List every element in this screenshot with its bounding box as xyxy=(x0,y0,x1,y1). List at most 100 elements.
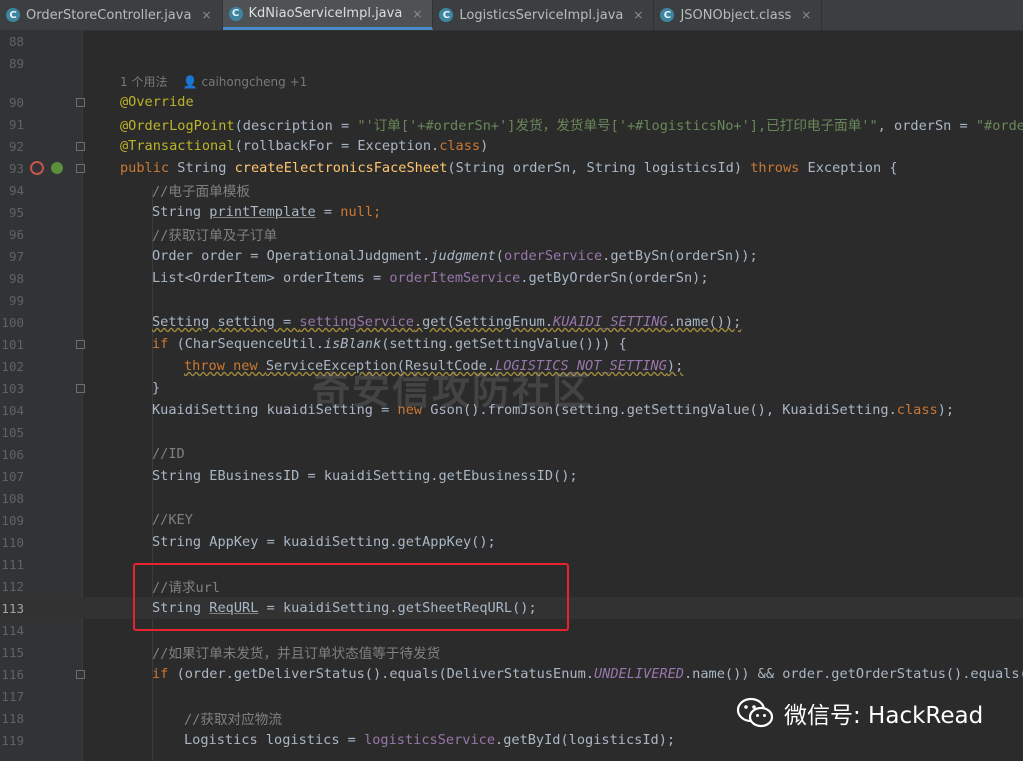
code-line: 91 @OrderLogPoint(description = "'订单['+#… xyxy=(0,113,1023,135)
code-comment: //如果订单未发货，并且订单状态值等于待发货 xyxy=(152,646,441,662)
code-text: @Transactional(rollbackFor = Exception.c… xyxy=(120,138,489,154)
tab-logistics-service-impl[interactable]: C LogisticsServiceImpl.java × xyxy=(433,0,655,30)
line-number: 92 xyxy=(8,138,24,154)
tab-json-object[interactable]: C JSONObject.class × xyxy=(654,0,823,30)
code-line: 115 //如果订单未发货，并且订单状态值等于待发货 xyxy=(0,641,1023,663)
code-line: 105 xyxy=(0,421,1023,443)
tab-kdniao-service-impl[interactable]: C KdNiaoServiceImpl.java × xyxy=(222,0,434,30)
code-comment: //ID xyxy=(152,446,185,462)
tab-label: LogisticsServiceImpl.java xyxy=(459,7,624,23)
code-line: 88 xyxy=(0,30,1023,52)
line-number: 105 xyxy=(1,424,24,440)
user-icon: 👤 xyxy=(182,74,198,89)
editor-tab-bar: C OrderStoreController.java × C KdNiaoSe… xyxy=(0,0,1023,31)
line-number: 113 xyxy=(1,600,24,616)
line-number: 90 xyxy=(8,94,24,110)
line-number: 106 xyxy=(1,446,24,462)
line-number: 99 xyxy=(8,292,24,308)
fold-marker-icon[interactable] xyxy=(76,164,85,173)
override-marker-icon[interactable] xyxy=(51,162,63,174)
line-number: 102 xyxy=(1,358,24,374)
line-number: 98 xyxy=(8,270,24,286)
tab-label: JSONObject.class xyxy=(680,7,792,23)
code-line: 100 Setting setting = settingService.get… xyxy=(0,311,1023,333)
code-line: 92 @Transactional(rollbackFor = Exceptio… xyxy=(0,135,1023,157)
code-text: Setting setting = settingService.get(Set… xyxy=(152,314,742,330)
code-text: String AppKey = kuaidiSetting.getAppKey(… xyxy=(152,534,496,550)
line-number: 91 xyxy=(8,116,24,132)
close-icon[interactable]: × xyxy=(801,8,811,22)
line-number: 114 xyxy=(1,622,24,638)
fold-marker-icon[interactable] xyxy=(76,340,85,349)
code-comment: //获取订单及子订单 xyxy=(152,228,278,244)
code-text: List<OrderItem> orderItems = orderItemSe… xyxy=(152,270,709,286)
code-line: 101 if (CharSequenceUtil.isBlank(setting… xyxy=(0,333,1023,355)
code-line: 108 xyxy=(0,487,1023,509)
line-number: 117 xyxy=(1,688,24,704)
usages-count: 1 个用法 xyxy=(120,74,168,89)
line-number: 111 xyxy=(1,556,24,572)
close-icon[interactable]: × xyxy=(201,8,211,22)
code-text: } xyxy=(152,380,161,396)
code-line: 94 //电子面单模板 xyxy=(0,179,1023,201)
fold-marker-icon[interactable] xyxy=(76,670,85,679)
code-line: 90 @Override xyxy=(0,91,1023,113)
line-number: 107 xyxy=(1,468,24,484)
java-class-icon: C xyxy=(228,6,243,21)
java-class-icon: C xyxy=(6,8,20,22)
close-icon[interactable]: × xyxy=(633,8,643,22)
java-class-icon: C xyxy=(439,8,454,22)
code-line: 93 public String createElectronicsFaceSh… xyxy=(0,157,1023,179)
line-number: 88 xyxy=(8,33,24,49)
code-line: 106 //ID xyxy=(0,443,1023,465)
line-number: 116 xyxy=(1,666,24,682)
code-text: if (order.getDeliverStatus().equals(Deli… xyxy=(152,666,1023,682)
code-text: public String createElectronicsFaceSheet… xyxy=(120,160,898,176)
code-text: Order order = OperationalJudgment.judgme… xyxy=(152,248,758,264)
line-number: 93 xyxy=(8,160,24,176)
line-number: 104 xyxy=(1,402,24,418)
line-number: 101 xyxy=(1,336,24,352)
fold-marker-icon[interactable] xyxy=(76,98,85,107)
code-line: 107 String EBusinessID = kuaidiSetting.g… xyxy=(0,465,1023,487)
code-comment: //获取对应物流 xyxy=(184,712,282,728)
code-text: if (CharSequenceUtil.isBlank(setting.get… xyxy=(152,336,627,352)
tab-label: KdNiaoServiceImpl.java xyxy=(248,6,403,21)
code-line: 110 String AppKey = kuaidiSetting.getApp… xyxy=(0,531,1023,553)
line-number: 89 xyxy=(8,55,24,71)
line-number: 109 xyxy=(1,512,24,528)
code-text: Logistics logistics = logisticsService.g… xyxy=(184,732,676,748)
line-number: 95 xyxy=(8,204,24,220)
code-comment: //电子面单模板 xyxy=(152,184,250,200)
code-editor[interactable]: 88 89 1 个用法 👤 caihongcheng +1 90 @Overri… xyxy=(0,30,1023,761)
line-number: 112 xyxy=(1,578,24,594)
code-line: 99 xyxy=(0,289,1023,311)
fold-marker-icon[interactable] xyxy=(76,142,85,151)
code-line: 119 Logistics logistics = logisticsServi… xyxy=(0,729,1023,751)
line-number: 103 xyxy=(1,380,24,396)
wechat-badge: 微信号: HackRead xyxy=(736,696,983,730)
fold-marker-icon[interactable] xyxy=(76,384,85,393)
code-text: String printTemplate = null; xyxy=(152,204,382,220)
usage-hint[interactable]: 1 个用法 👤 caihongcheng +1 xyxy=(0,70,1023,92)
line-number: 97 xyxy=(8,248,24,264)
code-line: 109 //KEY xyxy=(0,509,1023,531)
tab-label: OrderStoreController.java xyxy=(26,7,192,23)
implementation-marker-icon[interactable] xyxy=(30,161,44,175)
line-number: 115 xyxy=(1,644,24,660)
line-number: 100 xyxy=(1,314,24,330)
line-number: 119 xyxy=(1,732,24,748)
close-icon[interactable]: × xyxy=(412,7,422,21)
tab-order-store-controller[interactable]: C OrderStoreController.java × xyxy=(0,0,223,30)
code-line: 98 List<OrderItem> orderItems = orderIte… xyxy=(0,267,1023,289)
wechat-label: 微信号: HackRead xyxy=(784,703,984,729)
line-number: 118 xyxy=(1,710,24,726)
java-class-icon: C xyxy=(660,8,675,22)
code-line: 95 String printTemplate = null; xyxy=(0,201,1023,223)
code-line: 97 Order order = OperationalJudgment.jud… xyxy=(0,245,1023,267)
red-highlight-box xyxy=(133,563,569,631)
author-name: caihongcheng +1 xyxy=(201,74,308,89)
code-comment: //KEY xyxy=(152,512,193,528)
code-line: 96 //获取订单及子订单 xyxy=(0,223,1023,245)
line-number: 94 xyxy=(8,182,24,198)
